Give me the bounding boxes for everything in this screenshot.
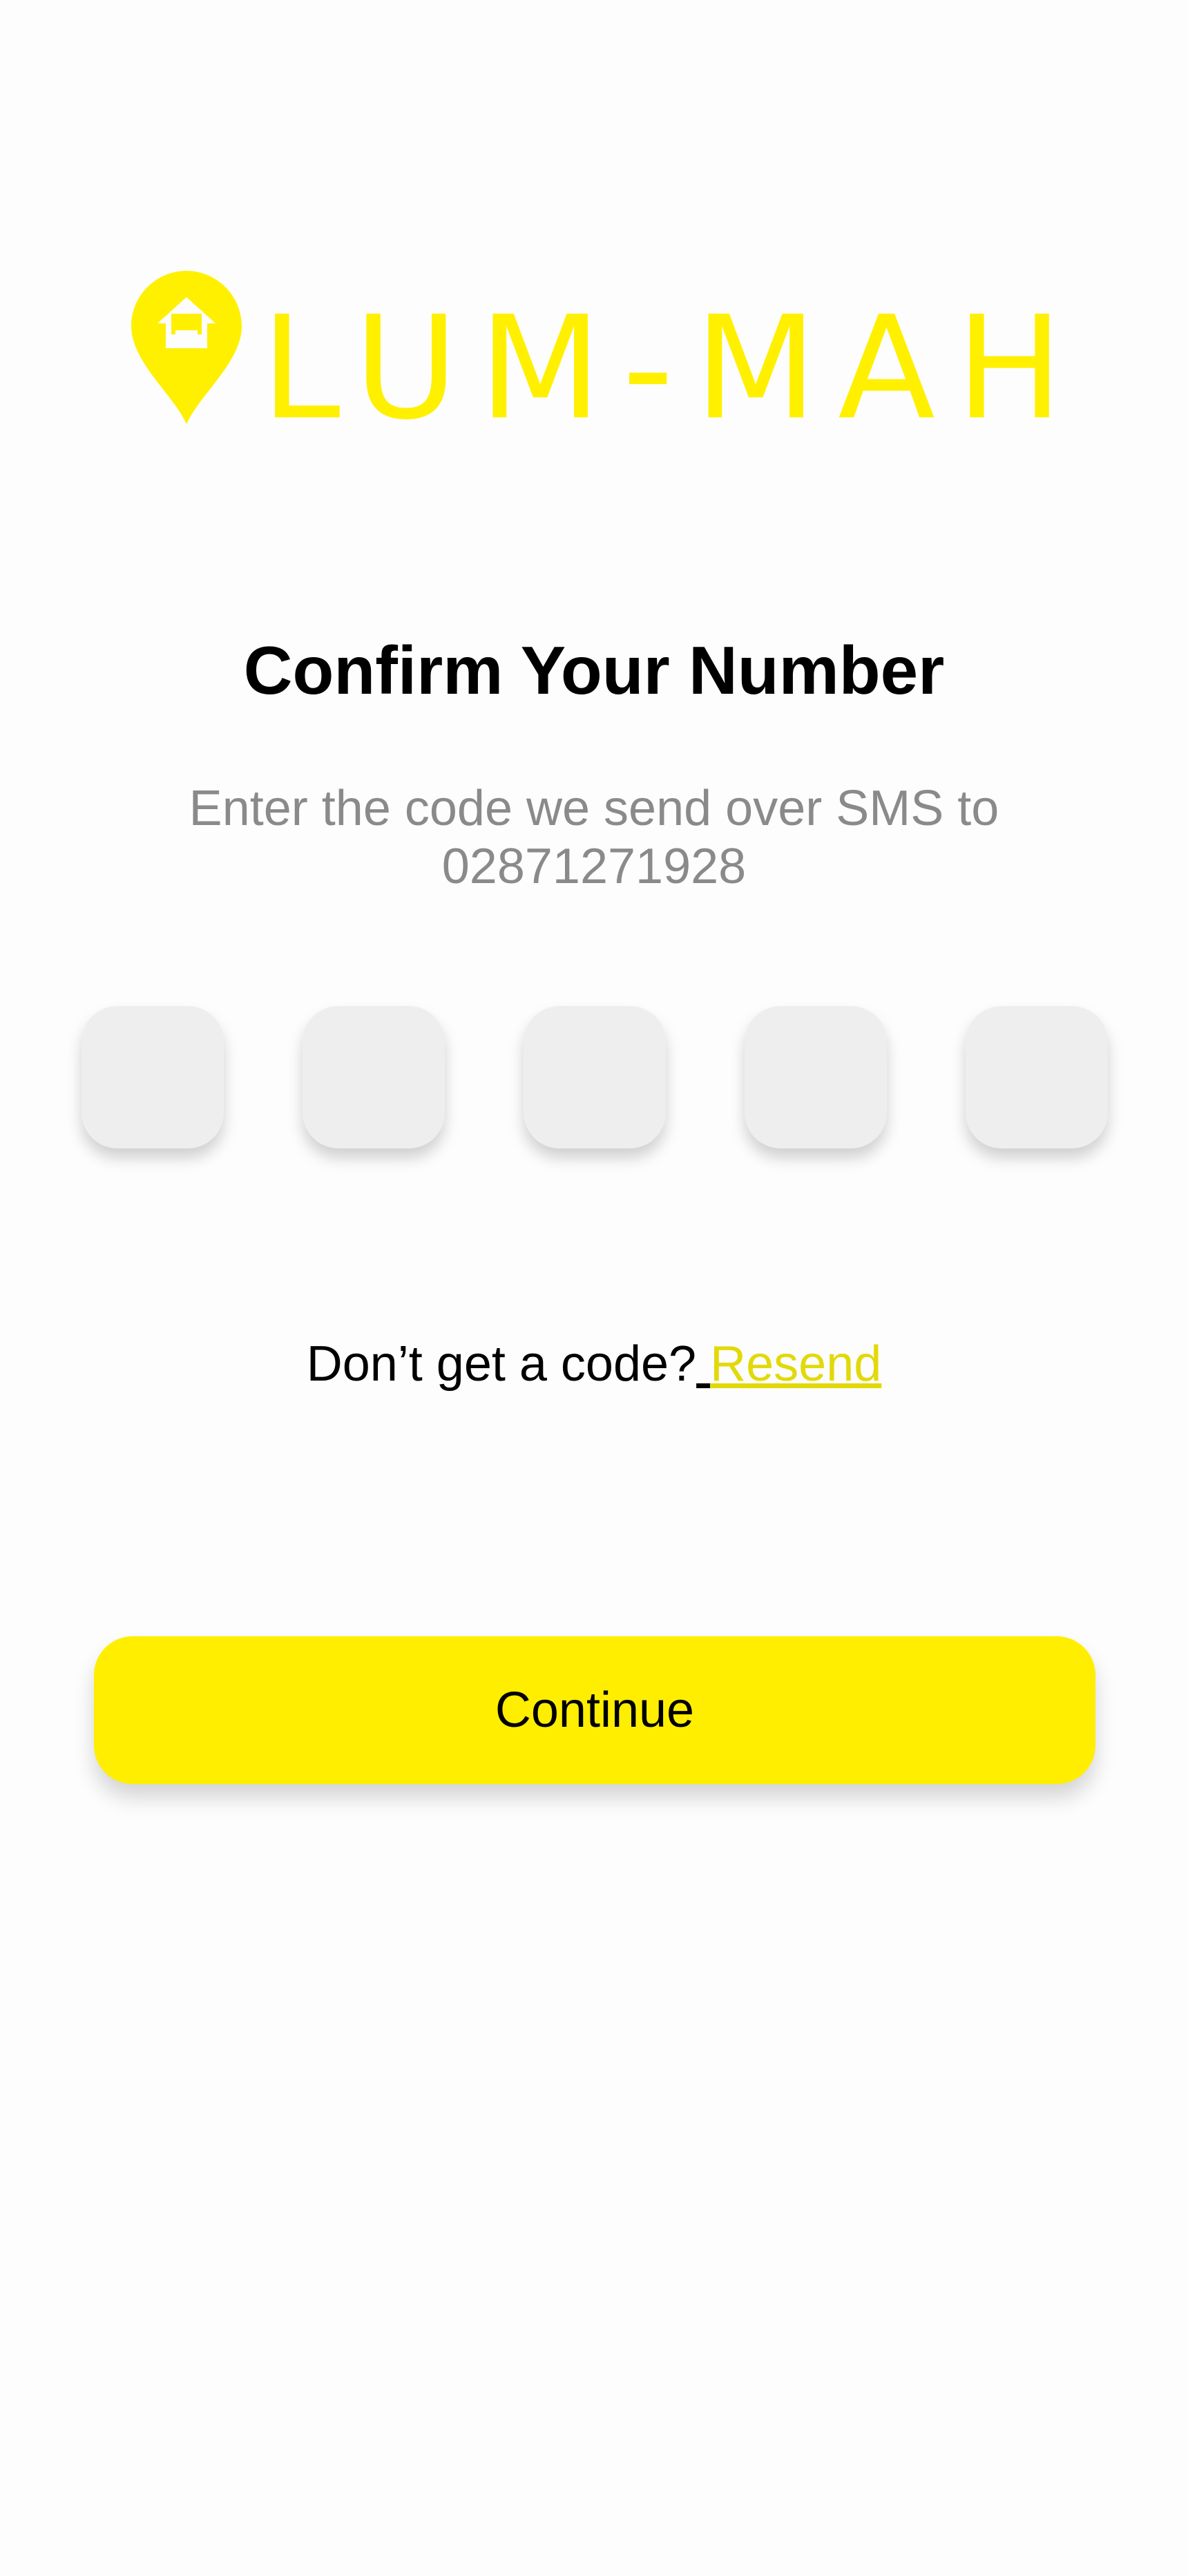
resend-prompt-text: Don’t get a code?	[306, 1336, 697, 1392]
instruction-text: Enter the code we send over SMS to	[189, 781, 999, 836]
app-logo: LUM-MAH	[131, 271, 1063, 439]
continue-button-label: Continue	[495, 1683, 695, 1738]
sms-instruction: Enter the code we send over SMS to 02871…	[0, 779, 1188, 896]
brand-wordmark: LUM-MAH	[261, 285, 1084, 451]
code-digit-4[interactable]	[745, 1006, 887, 1148]
code-digit-1[interactable]	[82, 1006, 224, 1148]
phone-number: 02871271928	[441, 839, 747, 894]
home-location-pin-icon	[131, 271, 242, 424]
continue-button[interactable]: Continue	[94, 1636, 1095, 1784]
code-digit-5[interactable]	[966, 1006, 1108, 1148]
confirm-number-screen: LUM-MAH Confirm Your Number Enter the co…	[0, 0, 1188, 2576]
page-title: Confirm Your Number	[243, 632, 945, 708]
code-digit-3[interactable]	[524, 1006, 666, 1148]
code-digit-2[interactable]	[303, 1006, 445, 1148]
resend-link[interactable]: Resend	[710, 1336, 881, 1392]
resend-gap	[696, 1336, 710, 1392]
verification-code-inputs	[82, 1006, 1108, 1148]
resend-prompt-row: Don’t get a code? Resend	[0, 1334, 1188, 1394]
